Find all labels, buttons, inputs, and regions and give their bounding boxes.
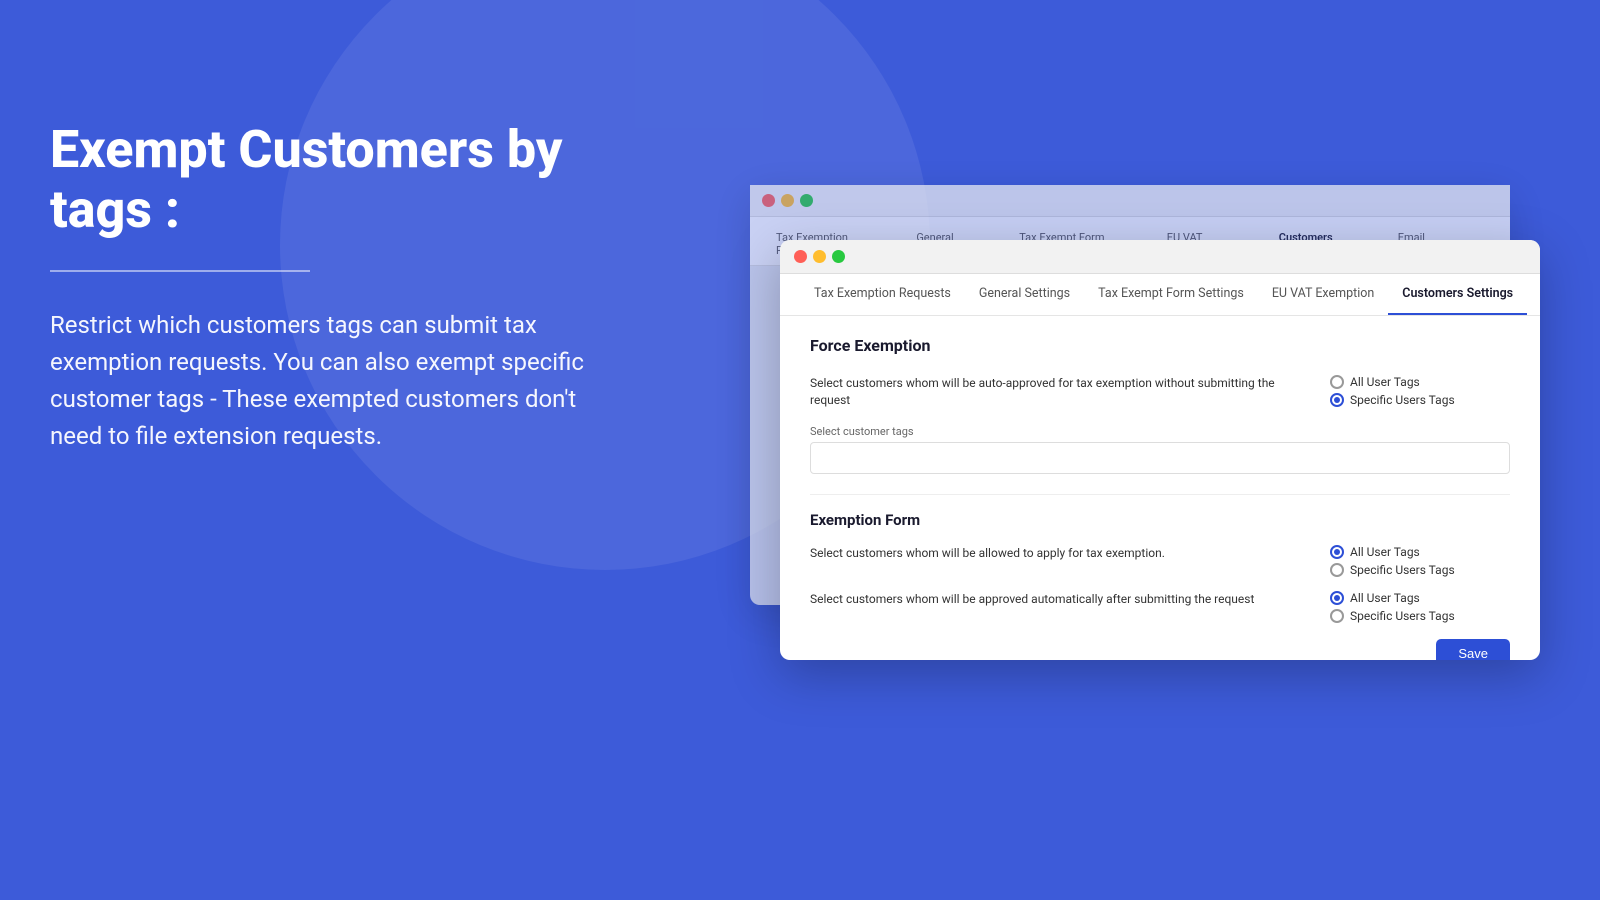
traffic-light-red	[794, 250, 807, 263]
exemption-form-radio-group-1: All User Tags Specific Users Tags	[1330, 545, 1510, 577]
tab-general-settings[interactable]: General Settings	[965, 274, 1084, 315]
radio-all-user-tags-force[interactable]: All User Tags	[1330, 375, 1510, 389]
browser-titlebar	[780, 240, 1540, 274]
browser-main-content: Force Exemption Select customers whom wi…	[780, 316, 1540, 660]
page-heading: Exempt Customers by tags :	[50, 120, 590, 240]
tab-tax-exempt-form-settings[interactable]: Tax Exempt Form Settings	[1084, 274, 1258, 315]
force-exemption-label: Select customers whom will be auto-appro…	[810, 375, 1310, 409]
exemption-form-radio-group-2: All User Tags Specific Users Tags	[1330, 591, 1510, 623]
traffic-light-yellow	[813, 250, 826, 263]
tab-eu-vat-exemption[interactable]: EU VAT Exemption	[1258, 274, 1388, 315]
radio-all-user-tags-form1[interactable]: All User Tags	[1330, 545, 1510, 559]
radio-all-user-tags-form2[interactable]: All User Tags	[1330, 591, 1510, 605]
radio-circle-specific-force	[1330, 393, 1344, 407]
radio-specific-users-tags-form2[interactable]: Specific Users Tags	[1330, 609, 1510, 623]
radio-label-specific-form1: Specific Users Tags	[1350, 563, 1455, 577]
tab-tax-exemption-requests[interactable]: Tax Exemption Requests	[800, 274, 965, 315]
traffic-light-green	[832, 250, 845, 263]
heading-divider	[50, 270, 310, 272]
radio-specific-users-tags-form1[interactable]: Specific Users Tags	[1330, 563, 1510, 577]
radio-specific-users-tags-force[interactable]: Specific Users Tags	[1330, 393, 1510, 407]
exemption-form-label-1: Select customers whom will be allowed to…	[810, 545, 1310, 562]
radio-label-specific-form2: Specific Users Tags	[1350, 609, 1455, 623]
traffic-light-green-bg	[800, 194, 813, 207]
force-exemption-title: Force Exemption	[810, 336, 1510, 355]
radio-circle-all-form1	[1330, 545, 1344, 559]
radio-circle-all-force	[1330, 375, 1344, 389]
force-exemption-row: Select customers whom will be auto-appro…	[810, 375, 1510, 409]
tab-navigation: Tax Exemption Requests General Settings …	[780, 274, 1540, 316]
page-description: Restrict which customers tags can submit…	[50, 307, 590, 456]
left-panel: Exempt Customers by tags : Restrict whic…	[50, 120, 590, 455]
radio-label-specific-force: Specific Users Tags	[1350, 393, 1455, 407]
radio-circle-specific-form1	[1330, 563, 1344, 577]
section-divider	[810, 494, 1510, 495]
radio-label-all-form2: All User Tags	[1350, 591, 1420, 605]
select-tags-label: Select customer tags	[810, 425, 1510, 438]
radio-circle-all-form2	[1330, 591, 1344, 605]
customer-tags-input[interactable]	[810, 442, 1510, 474]
radio-circle-specific-form2	[1330, 609, 1344, 623]
tab-email-notifications[interactable]: Email Notifications	[1527, 274, 1540, 315]
traffic-light-yellow-bg	[781, 194, 794, 207]
force-exemption-radio-group: All User Tags Specific Users Tags	[1330, 375, 1510, 407]
radio-label-all-form1: All User Tags	[1350, 545, 1420, 559]
exemption-form-title: Exemption Form	[810, 511, 1510, 529]
exemption-form-row-2: Select customers whom will be approved a…	[810, 591, 1510, 623]
tab-customers-settings[interactable]: Customers Settings	[1388, 274, 1527, 315]
radio-label-all-force: All User Tags	[1350, 375, 1420, 389]
exemption-form-label-2: Select customers whom will be approved a…	[810, 591, 1310, 608]
browser-window: Tax Exemption Requests General Settings …	[780, 240, 1540, 660]
exemption-form-row-1: Select customers whom will be allowed to…	[810, 545, 1510, 577]
traffic-light-red-bg	[762, 194, 775, 207]
save-button[interactable]: Save	[1436, 639, 1510, 660]
